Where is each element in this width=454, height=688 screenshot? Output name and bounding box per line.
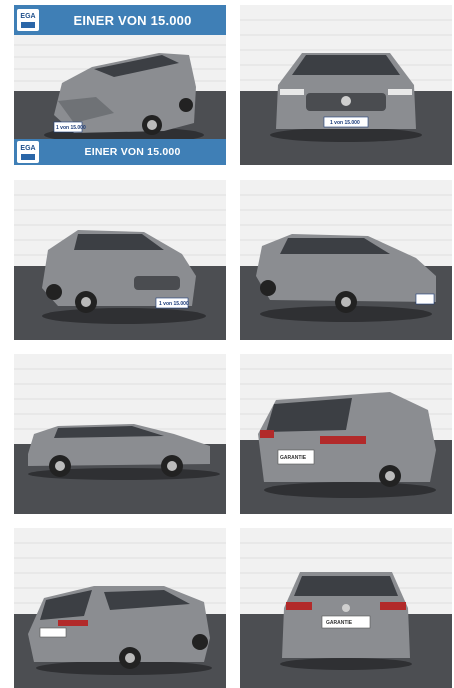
car-photo-8-plate: GARANTIE [326, 620, 353, 626]
car-photo-8-image: GARANTIE [240, 528, 452, 688]
car-photo-3[interactable]: 1 von 15.000 [14, 180, 226, 340]
banner-top: EGA EINER VON 15.000 [14, 5, 226, 35]
car-photo-2[interactable]: 1 von 15.000 [240, 5, 452, 165]
car-photo-6[interactable]: GARANTIE [240, 354, 452, 514]
car-photo-5[interactable] [14, 354, 226, 514]
banner-bottom: EGA EINER VON 15.000 [14, 139, 226, 165]
car-photo-6-image: GARANTIE [240, 354, 452, 514]
car-photo-3-image: 1 von 15.000 [14, 180, 226, 340]
car-photo-2-image: 1 von 15.000 [240, 5, 452, 165]
car-photo-2-plate: 1 von 15.000 [330, 120, 360, 126]
ega-logo: EGA [17, 9, 39, 31]
banner-top-text: EINER VON 15.000 [73, 12, 192, 28]
car-photo-3-plate: 1 von 15.000 [159, 301, 189, 307]
car-photo-1[interactable]: 1 von 15.000 EGA EINER VON 15.000 EGA EI… [14, 5, 226, 165]
car-photo-8[interactable]: GARANTIE [240, 528, 452, 688]
banner-bottom-text: EINER VON 15.000 [84, 146, 181, 158]
car-photo-7-image [14, 528, 226, 688]
ega-logo-bottom: EGA [17, 141, 39, 163]
car-photo-1-plate: 1 von 15.000 [56, 125, 86, 131]
car-photo-5-image [14, 354, 226, 514]
car-photo-6-plate: GARANTIE [280, 455, 307, 461]
car-photo-7[interactable] [14, 528, 226, 688]
car-photo-4[interactable] [240, 180, 452, 340]
car-photo-4-image [240, 180, 452, 340]
